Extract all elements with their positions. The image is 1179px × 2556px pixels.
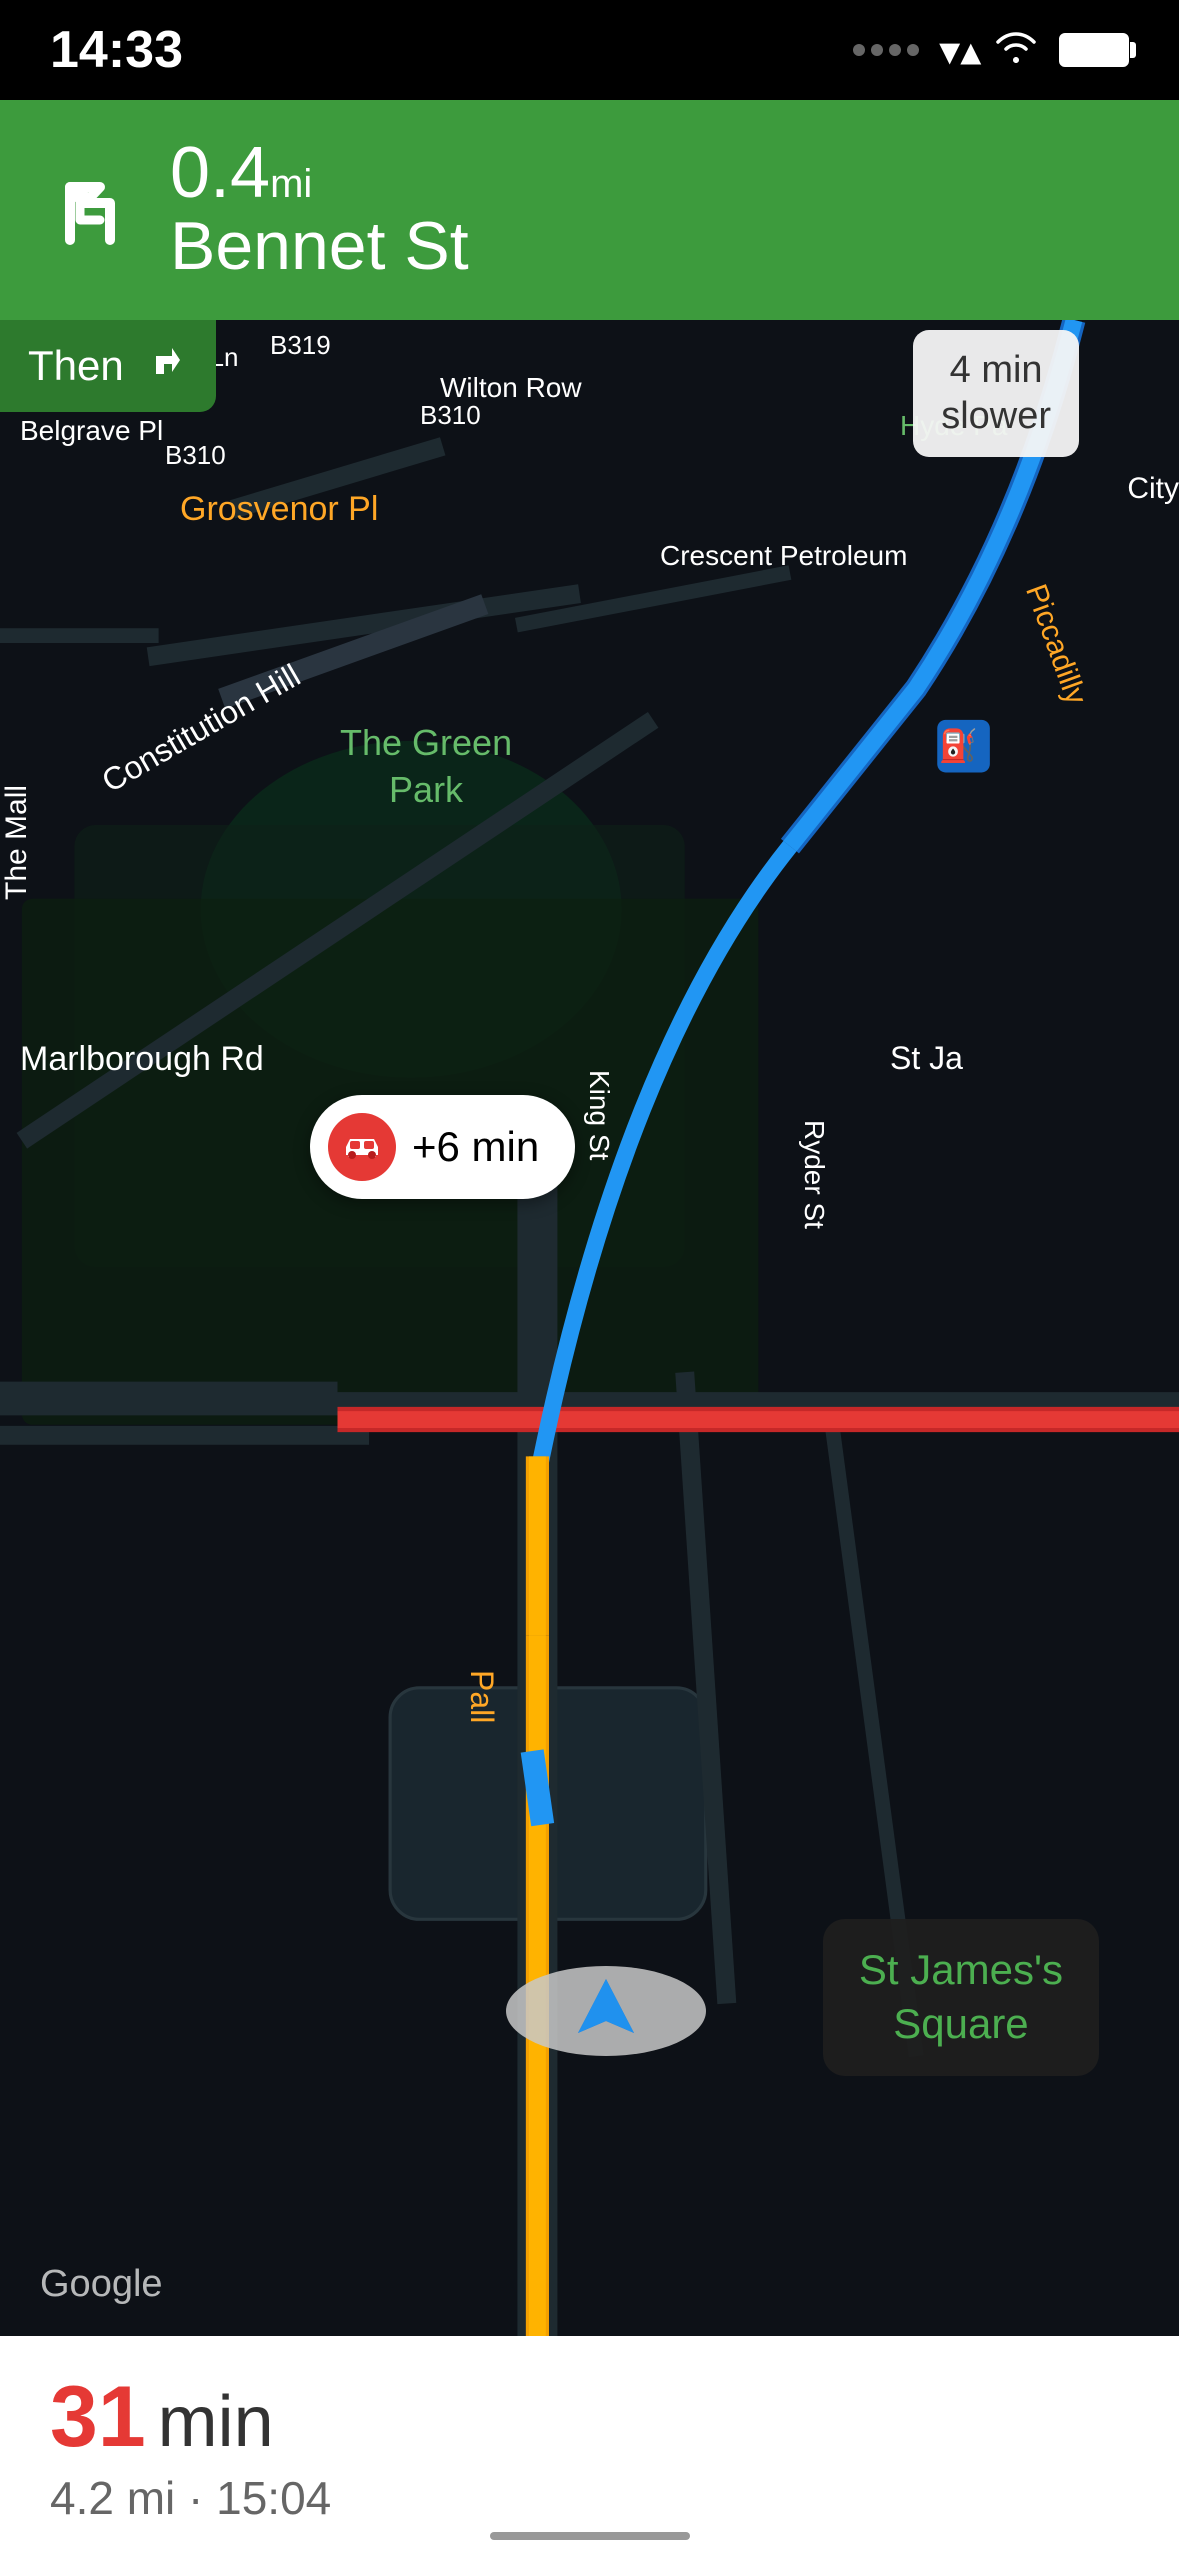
nav-distance: 0.4mi [170,137,469,209]
eta-unit: min [158,2381,274,2463]
then-box: Then [0,320,216,412]
nav-info: 0.4mi Bennet St [170,137,469,284]
delay-badge[interactable]: +6 min [310,1095,575,1199]
svg-text:⛽: ⛽ [939,728,978,764]
then-turn-icon [140,336,188,396]
nav-street: Bennet St [170,209,469,284]
slower-badge-text: 4 min slower [941,348,1051,439]
trip-details: 4.2 mi · 15:04 [50,2471,1129,2525]
status-bar: 14:33 ▾▴ [0,0,1179,100]
nav-header: 0.4mi Bennet St [0,100,1179,320]
wifi-icon: ▾▴ [939,26,1039,75]
home-indicator[interactable] [490,2532,690,2540]
bottom-bar: 31 min 4.2 mi · 15:04 [0,2336,1179,2556]
st-james-label: St James's Square [823,1919,1099,2076]
slower-badge: 4 min slower [913,330,1079,457]
signal-icon [853,44,919,56]
eta-display: 31 min [50,2368,1129,2467]
then-label: Then [28,342,124,390]
eta-number: 31 [50,2368,146,2467]
google-watermark: Google [40,2263,163,2306]
battery-icon [1059,33,1129,67]
delay-text: +6 min [412,1123,539,1171]
status-time: 14:33 [50,20,183,80]
status-icons: ▾▴ [853,26,1129,75]
delay-car-icon [328,1113,396,1181]
nav-arrow-oval [506,1966,706,2056]
st-james-text: St James's Square [859,1943,1063,2052]
nav-arrow-indicator [506,1966,706,2056]
turn-arrow-left [40,155,150,265]
